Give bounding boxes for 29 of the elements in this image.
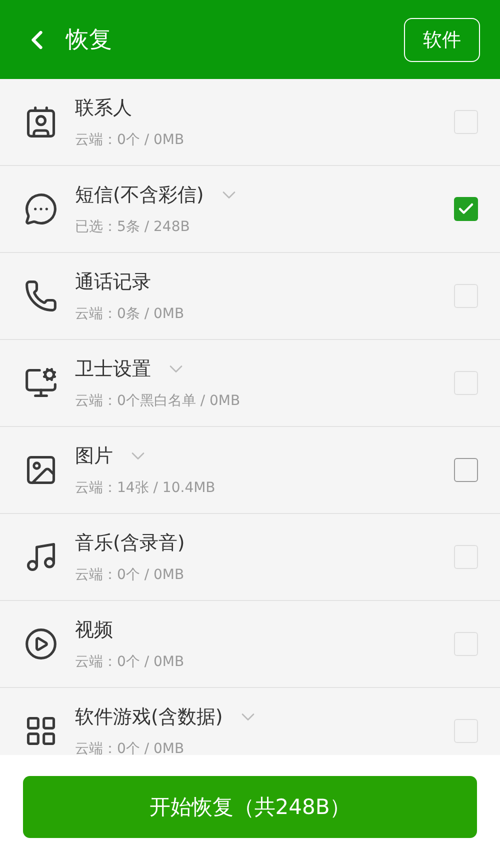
item-detail: 云端：0个 / 0MB (75, 653, 186, 671)
item-name: 卫士设置 (75, 357, 151, 382)
image-icon (24, 453, 58, 487)
item-detail: 云端：0个 / 0MB (75, 566, 186, 584)
chat-bubble-icon (24, 192, 58, 226)
checkbox[interactable] (454, 197, 478, 221)
item-name: 图片 (75, 444, 113, 469)
item-detail: 云端：0条 / 0MB (75, 305, 186, 323)
item-detail: 云端：14张 / 10.4MB (75, 479, 216, 497)
monitor-gear-icon (24, 366, 58, 400)
start-restore-button[interactable]: 开始恢复（共248B） (23, 776, 477, 838)
screen-title: 恢复 (66, 26, 113, 55)
item-detail: 已选：5条 / 248B (75, 218, 191, 236)
item-detail: 云端：0个 / 0MB (75, 131, 186, 149)
item-name: 短信(不含彩信) (75, 183, 204, 208)
software-button[interactable]: 软件 (404, 18, 480, 62)
item-name: 软件游戏(含数据) (75, 705, 223, 730)
item-name: 联系人 (75, 96, 132, 121)
contact-book-icon (24, 105, 58, 139)
checkbox[interactable] (454, 458, 478, 482)
play-circle-icon (24, 627, 58, 661)
music-note-icon (24, 540, 58, 574)
item-name: 通话记录 (75, 270, 151, 295)
item-name: 视频 (75, 618, 113, 643)
item-name: 音乐(含录音) (75, 531, 185, 556)
item-detail: 云端：0个 / 0MB (75, 740, 186, 755)
grid-icon (24, 714, 58, 748)
item-detail: 云端：0个黑白名单 / 0MB (75, 392, 242, 410)
phone-icon (24, 279, 58, 313)
